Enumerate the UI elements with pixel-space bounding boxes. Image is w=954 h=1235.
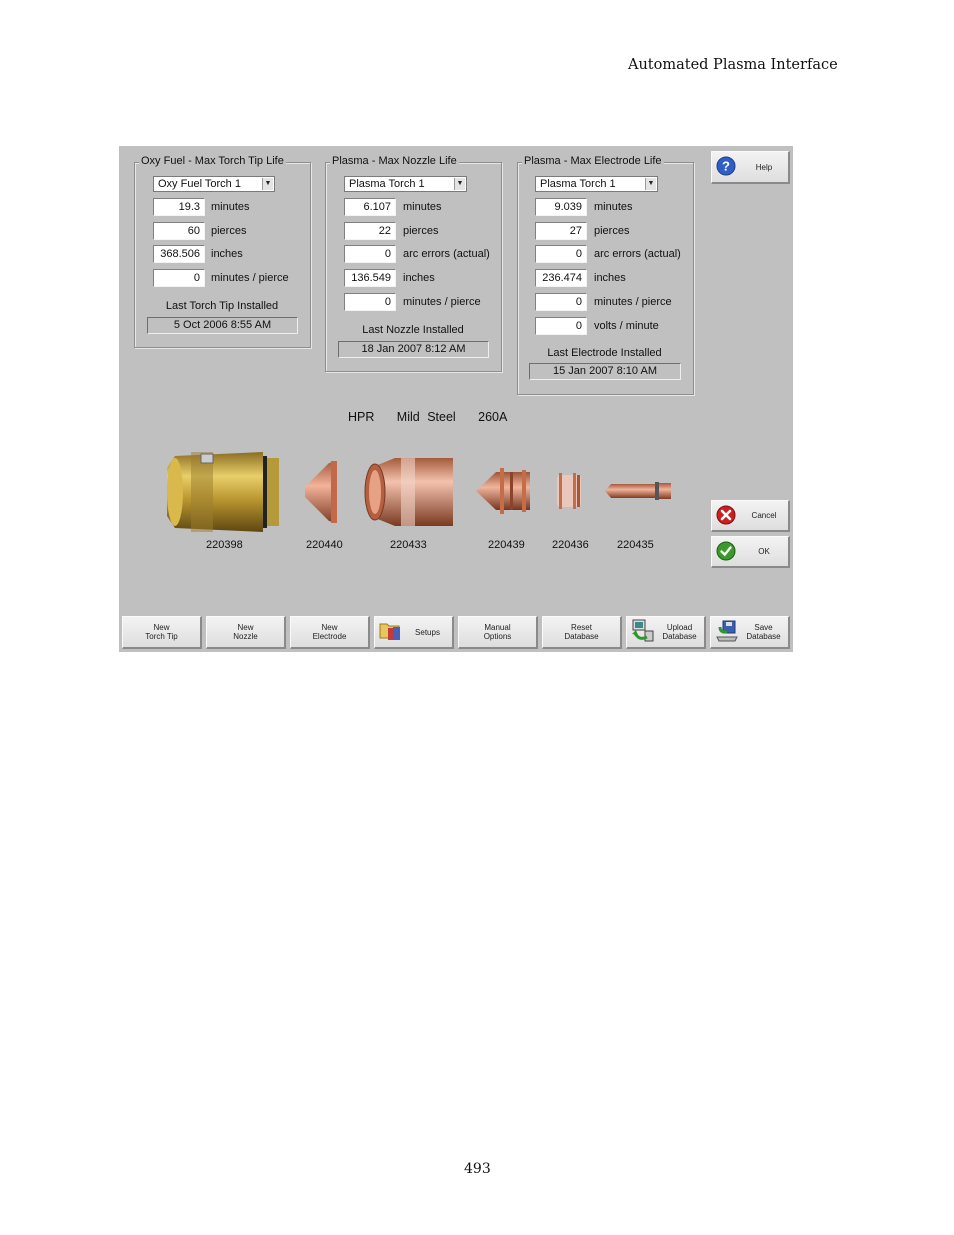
part-number-label: 220433 (390, 539, 427, 551)
electrode-min-per-pierce-unit: minutes / pierce (594, 296, 672, 308)
nozzle-inches-field[interactable]: 136.549 (344, 269, 396, 287)
setups-button[interactable]: Setups (374, 616, 454, 649)
electrode-volts-per-minute-field[interactable]: 0 (535, 317, 587, 335)
help-icon: ? (716, 156, 736, 178)
new-nozzle-button[interactable]: New Nozzle (206, 616, 286, 649)
nozzle-inches-unit: inches (403, 272, 435, 284)
chevron-down-icon[interactable]: ▼ (645, 178, 656, 190)
chevron-down-icon[interactable]: ▼ (262, 178, 273, 190)
electrode-min-per-pierce-field[interactable]: 0 (535, 293, 587, 311)
part-number-label: 220436 (552, 539, 589, 551)
svg-text:?: ? (722, 159, 730, 174)
last-electrode-date: 15 Jan 2007 8:10 AM (529, 363, 681, 380)
electrode-arc-errors-field[interactable]: 0 (535, 245, 587, 263)
part-number-label: 220435 (617, 539, 654, 551)
last-torch-tip-label: Last Torch Tip Installed (165, 300, 279, 312)
oxy-inches-unit: inches (211, 248, 243, 260)
electrode-part-image (605, 482, 671, 500)
nozzle-part-image (476, 468, 530, 514)
electrode-torch-value: Plasma Torch 1 (540, 178, 616, 190)
new-torch-tip-button[interactable]: New Torch Tip (122, 616, 202, 649)
upload-icon (631, 619, 655, 645)
last-nozzle-date: 18 Jan 2007 8:12 AM (338, 341, 489, 358)
nozzle-group-title: Plasma - Max Nozzle Life (330, 155, 459, 167)
nozzle-arc-errors-field[interactable]: 0 (344, 245, 396, 263)
part-number-label: 220398 (206, 539, 243, 551)
oxy-min-per-pierce-field[interactable]: 0 (153, 269, 205, 287)
nozzle-arc-errors-unit: arc errors (actual) (403, 248, 490, 260)
oxy-fuel-torch-value: Oxy Fuel Torch 1 (158, 178, 241, 190)
shield-part-image (305, 461, 337, 523)
last-electrode-label: Last Electrode Installed (547, 347, 662, 359)
nozzle-pierces-field[interactable]: 22 (344, 222, 396, 240)
electrode-inches-unit: inches (594, 272, 626, 284)
electrode-arc-errors-unit: arc errors (actual) (594, 248, 681, 260)
electrode-minutes-unit: minutes (594, 201, 633, 213)
nozzle-minutes-unit: minutes (403, 201, 442, 213)
part-number-label: 220440 (306, 539, 343, 551)
reset-database-button[interactable]: Reset Database (542, 616, 622, 649)
help-button[interactable]: ? Help (711, 151, 790, 184)
cancel-x-icon (716, 505, 736, 527)
process-title: HPR Mild Steel 260A (348, 410, 508, 424)
oxy-pierces-field[interactable]: 60 (153, 222, 205, 240)
manual-options-button[interactable]: Manual Options (458, 616, 538, 649)
electrode-inches-field[interactable]: 236.474 (535, 269, 587, 287)
retaining-cap-part-image (167, 452, 279, 532)
electrode-minutes-field[interactable]: 9.039 (535, 198, 587, 216)
chevron-down-icon[interactable]: ▼ (454, 178, 465, 190)
electrode-volts-per-minute-unit: volts / minute (594, 320, 659, 332)
swirl-ring-part-image (557, 473, 581, 509)
electrode-torch-select[interactable]: Plasma Torch 1 ▼ (535, 176, 658, 192)
nozzle-min-per-pierce-field[interactable]: 0 (344, 293, 396, 311)
nozzle-pierces-unit: pierces (403, 225, 439, 237)
page-header: Automated Plasma Interface (628, 57, 838, 73)
last-torch-tip-date: 5 Oct 2006 8:55 AM (147, 317, 298, 334)
nozzle-torch-select[interactable]: Plasma Torch 1 ▼ (344, 176, 467, 192)
cancel-button[interactable]: Cancel (711, 500, 790, 532)
save-icon (715, 619, 739, 645)
nozzle-torch-value: Plasma Torch 1 (349, 178, 425, 190)
page-number: 493 (464, 1161, 491, 1177)
electrode-group-title: Plasma - Max Electrode Life (522, 155, 664, 167)
ok-button[interactable]: OK (711, 536, 790, 568)
setups-icon (379, 620, 403, 644)
oxy-fuel-torch-select[interactable]: Oxy Fuel Torch 1 ▼ (153, 176, 275, 192)
oxy-minutes-unit: minutes (211, 201, 250, 213)
nozzle-minutes-field[interactable]: 6.107 (344, 198, 396, 216)
upload-database-button[interactable]: Upload Database (626, 616, 706, 649)
electrode-pierces-unit: pierces (594, 225, 630, 237)
consumables-screen: Oxy Fuel - Max Torch Tip Life Oxy Fuel T… (119, 146, 793, 652)
save-database-button[interactable]: Save Database (710, 616, 790, 649)
oxy-inches-field[interactable]: 368.506 (153, 245, 205, 263)
oxy-pierces-unit: pierces (211, 225, 247, 237)
checkmark-icon (716, 541, 736, 563)
last-nozzle-label: Last Nozzle Installed (362, 324, 464, 336)
electrode-pierces-field[interactable]: 27 (535, 222, 587, 240)
oxy-fuel-group-title: Oxy Fuel - Max Torch Tip Life (139, 155, 286, 167)
part-number-label: 220439 (488, 539, 525, 551)
oxy-minutes-field[interactable]: 19.3 (153, 198, 205, 216)
nozzle-retaining-cap-part-image (364, 458, 453, 526)
new-electrode-button[interactable]: New Electrode (290, 616, 370, 649)
nozzle-min-per-pierce-unit: minutes / pierce (403, 296, 481, 308)
oxy-min-per-pierce-unit: minutes / pierce (211, 272, 289, 284)
